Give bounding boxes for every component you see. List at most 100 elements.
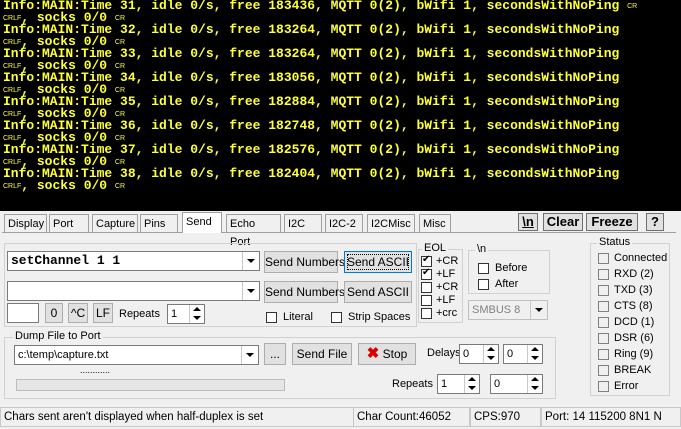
spinner-icon[interactable] xyxy=(464,375,479,393)
tab-i2c[interactable]: I2C xyxy=(284,214,322,232)
dropdown-arrow-icon[interactable] xyxy=(242,252,259,270)
literal-checkbox[interactable] xyxy=(266,312,277,323)
eol-title: EOL xyxy=(422,242,449,254)
smbus-select[interactable]: SMBUS 8 xyxy=(468,300,548,320)
send-numbers-button-2[interactable]: Send Numbers xyxy=(264,281,345,303)
tab-divider xyxy=(2,232,676,233)
command-1-text: setChannel 1 1 xyxy=(11,253,121,268)
spinner-icon[interactable] xyxy=(483,345,498,363)
smbus-value: SMBUS 8 xyxy=(472,304,521,316)
dropdown-arrow-icon[interactable] xyxy=(242,282,259,300)
send-numbers-button-1[interactable]: Send Numbers xyxy=(264,251,345,273)
progress-text: ............ xyxy=(80,365,111,375)
stop-x-icon: ✖ xyxy=(366,345,380,362)
dump-file-path: c:\temp\capture.txt xyxy=(18,349,109,361)
status-item-label: CTS (8) xyxy=(614,300,653,312)
dropdown-arrow-icon[interactable] xyxy=(241,346,258,364)
eol-option-label: +crc xyxy=(436,307,458,319)
dropdown-arrow-icon[interactable] xyxy=(530,301,547,319)
char-count-text: Char Count:46052 xyxy=(357,411,451,423)
tab-pins[interactable]: Pins xyxy=(140,214,178,232)
cr-marker: CR xyxy=(114,111,126,118)
spinner-icon[interactable] xyxy=(527,345,542,363)
tab-label: I2C xyxy=(288,218,306,230)
status-led-icon xyxy=(598,269,609,280)
literal-label: Literal xyxy=(283,311,313,323)
help-button[interactable]: ? xyxy=(646,213,664,231)
browse-button[interactable]: ... xyxy=(264,343,286,365)
tab-capture[interactable]: Capture xyxy=(92,214,138,232)
delay-input-2[interactable]: 0 xyxy=(503,344,543,364)
zero-button[interactable]: 0 xyxy=(45,303,63,323)
newline-group-title: \n xyxy=(475,243,489,255)
zero-button-label: 0 xyxy=(50,306,58,320)
tab-misc[interactable]: Misc xyxy=(419,214,451,232)
dump-repeats-input-2[interactable]: 0 xyxy=(490,374,543,394)
after-checkbox[interactable] xyxy=(478,279,489,290)
tab-display[interactable]: Display xyxy=(4,214,47,232)
dump-file-path-combo[interactable]: c:\temp\capture.txt xyxy=(14,345,259,365)
send-ascii-button-1[interactable]: Send ASCII xyxy=(344,251,412,273)
tab-echo-port[interactable]: Echo Port xyxy=(226,214,281,248)
tab-label: Port xyxy=(53,218,74,230)
progress-bar xyxy=(16,379,285,391)
spinner-icon[interactable] xyxy=(189,305,204,323)
tab-i2cmisc[interactable]: I2CMisc xyxy=(367,214,415,232)
lf-button[interactable]: LF xyxy=(93,303,113,323)
status-led-icon xyxy=(598,365,609,376)
tab-send[interactable]: Send xyxy=(182,212,222,233)
status-message-text: Chars sent aren't displayed when half-du… xyxy=(4,411,264,423)
status-message: Chars sent aren't displayed when half-du… xyxy=(0,407,354,427)
dump-repeats-label: Repeats xyxy=(392,378,433,390)
terminal-line-text: , socks 0/0 xyxy=(21,178,108,193)
cr-marker: CR xyxy=(114,39,126,46)
status-led-icon xyxy=(598,349,609,360)
command-combo-1[interactable]: setChannel 1 1 xyxy=(7,251,260,271)
eol-checkbox[interactable] xyxy=(421,308,432,319)
freeze-button[interactable]: Freeze xyxy=(586,213,638,231)
tab-label: I2C-2 xyxy=(329,218,356,230)
before-label: Before xyxy=(495,262,528,274)
tab-label: I2CMisc xyxy=(371,218,411,230)
stop-button[interactable]: ✖ Stop xyxy=(358,343,416,365)
tab-label: Capture xyxy=(96,218,136,230)
tab-i2c-2[interactable]: I2C-2 xyxy=(325,214,363,232)
crlf-marker: CRLF xyxy=(3,15,22,22)
dump-repeats-input-1[interactable]: 1 xyxy=(437,374,480,394)
dump-repeats-1-value: 1 xyxy=(441,378,448,390)
status-led-icon xyxy=(598,333,609,344)
status-led-icon xyxy=(598,317,609,328)
send-file-label: Send File xyxy=(296,347,348,361)
crlf-marker: CRLF xyxy=(3,183,22,190)
byte-value-input[interactable] xyxy=(7,303,39,323)
dump-file-title: Dump File to Port xyxy=(13,330,103,342)
tab-label: Display xyxy=(8,218,45,230)
newline-button[interactable]: \n xyxy=(518,213,538,231)
before-checkbox[interactable] xyxy=(478,263,489,274)
send-file-button[interactable]: Send File xyxy=(292,343,352,365)
delay-2-value: 0 xyxy=(507,348,514,360)
tab-port[interactable]: Port xyxy=(49,214,89,232)
repeats-input[interactable]: 1 xyxy=(167,304,205,324)
send-numbers-label: Send Numbers xyxy=(265,285,346,299)
clear-button[interactable]: Clear xyxy=(543,213,583,231)
cr-marker: CR xyxy=(627,3,638,10)
send-ascii-button-2[interactable]: Send ASCII xyxy=(344,281,412,303)
status-led-icon xyxy=(598,381,609,392)
strip-spaces-checkbox[interactable] xyxy=(331,312,342,323)
eol-checkbox[interactable] xyxy=(421,254,432,267)
spinner-icon[interactable] xyxy=(527,375,542,393)
cr-marker: CR xyxy=(114,15,126,22)
delay-input-1[interactable]: 0 xyxy=(459,344,499,364)
eol-option-label: +CR xyxy=(436,281,459,293)
eol-checkbox[interactable] xyxy=(421,267,432,280)
repeats-label: Repeats xyxy=(119,308,160,320)
eol-checkbox[interactable] xyxy=(421,295,432,306)
command-combo-2[interactable] xyxy=(7,281,260,301)
cr-marker: CR xyxy=(114,63,126,70)
cr-marker: CR xyxy=(114,87,126,94)
eol-checkbox[interactable] xyxy=(421,282,432,293)
newline-button-label: \n xyxy=(522,214,534,229)
ctrl-c-button[interactable]: ^C xyxy=(68,303,88,323)
terminal-output[interactable]: Info:MAIN:Time 31, idle 0/s, free 183436… xyxy=(0,0,681,211)
